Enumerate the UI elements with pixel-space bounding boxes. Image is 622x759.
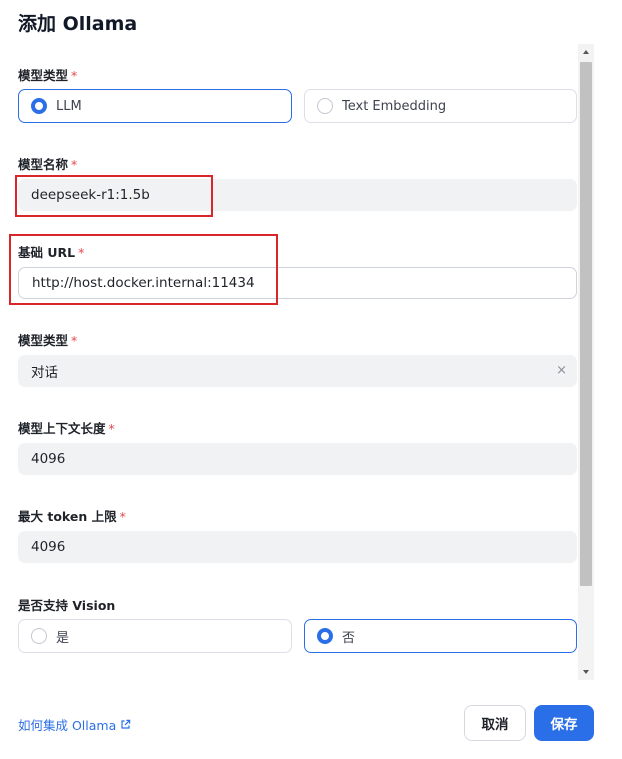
annotation-box	[9, 234, 278, 305]
model-type-select[interactable]: 对话 ×	[18, 355, 577, 387]
form-scroll-area: 模型类型 * LLM Text Embedding 模型名称 * deepseek-…	[0, 44, 594, 680]
radio-checked-icon	[317, 628, 333, 644]
radio-vision-yes[interactable]: 是	[18, 619, 292, 653]
external-link-icon	[121, 719, 131, 729]
radio-checked-icon	[31, 98, 47, 114]
annotation-box	[15, 175, 213, 217]
model-type-label: 模型类型 *	[18, 333, 78, 348]
model-category-label: 模型类型 *	[18, 68, 78, 83]
vision-label: 是否支持 Vision	[18, 598, 116, 613]
radio-unchecked-icon	[317, 98, 333, 114]
context-length-label: 模型上下文长度 *	[18, 421, 115, 436]
help-link[interactable]: 如何集成 Ollama	[18, 715, 131, 734]
scroll-up-arrow-icon[interactable]	[578, 44, 594, 60]
max-tokens-input[interactable]: 4096	[18, 531, 577, 563]
scrollbar-thumb[interactable]	[580, 62, 592, 586]
scrollbar[interactable]	[578, 44, 594, 680]
radio-unchecked-icon	[31, 628, 47, 644]
radio-vision-no[interactable]: 否	[304, 619, 577, 653]
radio-llm[interactable]: LLM	[18, 89, 292, 123]
context-length-input[interactable]: 4096	[18, 443, 577, 475]
cancel-button[interactable]: 取消	[464, 705, 526, 741]
scroll-down-arrow-icon[interactable]	[578, 664, 594, 680]
max-tokens-label: 最大 token 上限 *	[18, 509, 126, 524]
radio-text-embedding[interactable]: Text Embedding	[304, 89, 577, 123]
dialog-title: 添加 Ollama	[18, 13, 138, 35]
model-name-label: 模型名称 *	[18, 157, 78, 172]
save-button[interactable]: 保存	[534, 705, 594, 741]
clear-icon[interactable]: ×	[556, 363, 567, 379]
